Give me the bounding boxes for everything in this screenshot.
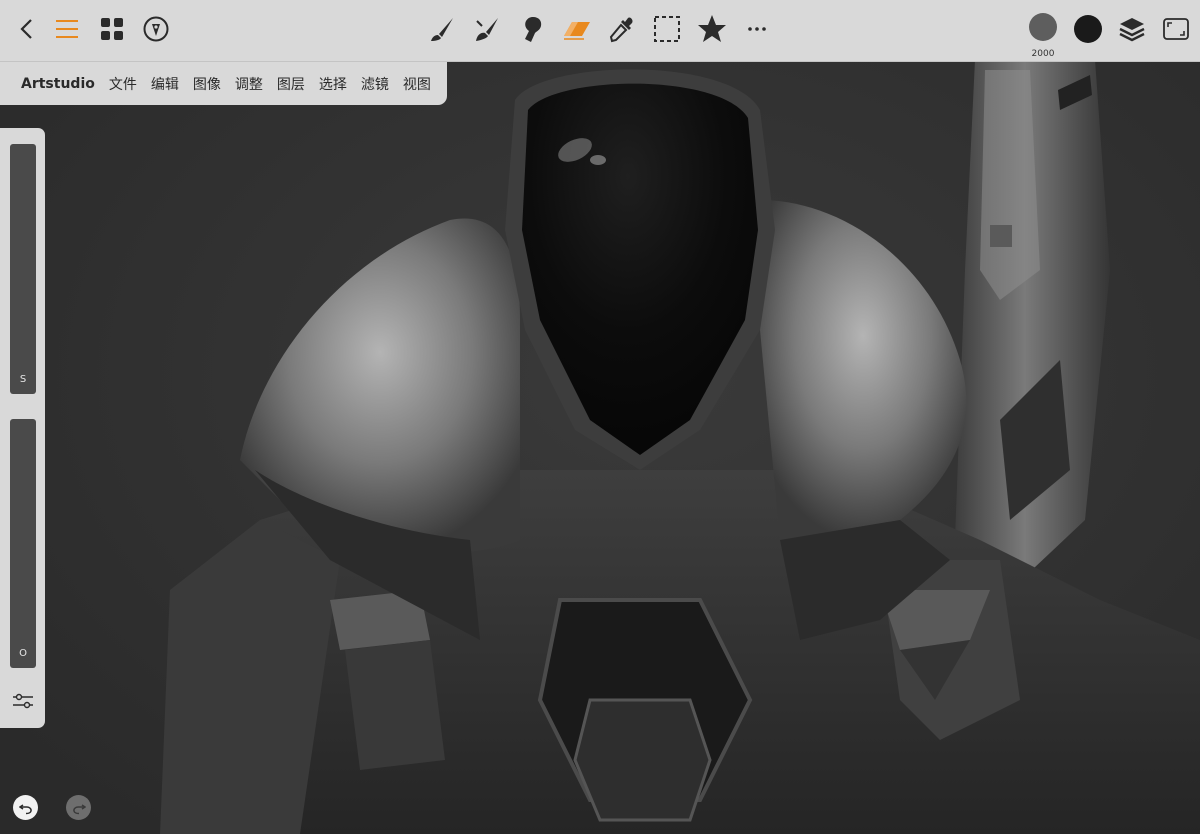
menu-item-filter[interactable]: 滤镜: [361, 74, 389, 94]
brush-icon[interactable]: [422, 9, 462, 49]
painting-canvas[interactable]: [0, 0, 1200, 834]
menu-item-layer[interactable]: 图层: [277, 74, 305, 94]
color-swatch[interactable]: [1068, 9, 1108, 49]
top-toolbar: 2000: [0, 0, 1200, 62]
fullscreen-icon[interactable]: [1156, 9, 1196, 49]
marquee-select-icon[interactable]: [647, 9, 687, 49]
menu-item-image[interactable]: 图像: [193, 74, 221, 94]
left-slider-panel: S O: [0, 128, 45, 728]
menu-item-file[interactable]: 文件: [109, 74, 137, 94]
menu-item-view[interactable]: 视图: [403, 74, 431, 94]
brush-size-value: 2000: [1031, 49, 1055, 59]
menu-item-adjust[interactable]: 调整: [235, 74, 263, 94]
opacity-slider-label: O: [19, 648, 27, 659]
menu-hamburger-icon[interactable]: [47, 9, 87, 49]
menu-item-edit[interactable]: 编辑: [151, 74, 179, 94]
size-slider-label: S: [19, 374, 27, 385]
paint-brush-icon[interactable]: [467, 9, 507, 49]
eraser-icon[interactable]: [557, 9, 597, 49]
more-dots-icon[interactable]: [737, 9, 777, 49]
brush-size-slider[interactable]: S: [10, 144, 36, 394]
smudge-finger-icon[interactable]: [512, 9, 552, 49]
redo-icon: [72, 803, 86, 814]
pen-nib-icon[interactable]: [136, 9, 176, 49]
grid-apps-icon[interactable]: [92, 9, 132, 49]
brush-size-preview[interactable]: [1023, 9, 1063, 49]
opacity-slider[interactable]: O: [10, 419, 36, 668]
menu-item-artstudio[interactable]: Artstudio: [21, 76, 95, 92]
undo-icon: [18, 803, 32, 814]
undo-button[interactable]: [13, 795, 38, 820]
redo-button[interactable]: [66, 795, 91, 820]
menu-bar: Artstudio 文件 编辑 图像 调整 图层 选择 滤镜 视图: [0, 62, 447, 105]
slider-settings-icon[interactable]: [10, 690, 36, 712]
layers-icon[interactable]: [1112, 9, 1152, 49]
menu-item-select[interactable]: 选择: [319, 74, 347, 94]
eyedropper-icon[interactable]: [602, 9, 642, 49]
back-chevron-icon[interactable]: [7, 9, 47, 49]
favorite-star-icon[interactable]: [692, 9, 732, 49]
